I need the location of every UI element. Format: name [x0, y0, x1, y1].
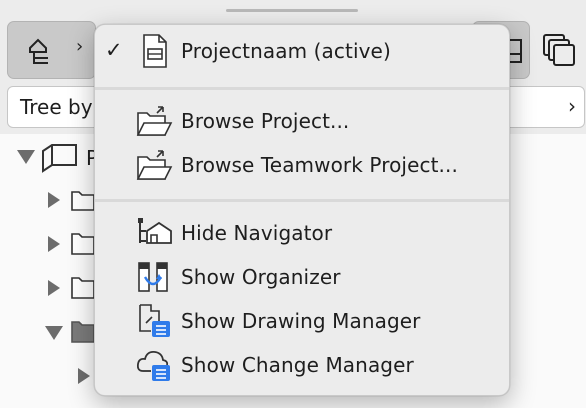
- menu-item-label: Hide Navigator: [181, 221, 333, 245]
- drag-handle[interactable]: [226, 9, 358, 12]
- chevron-right-icon: ›: [76, 36, 84, 57]
- menu-separator: [95, 87, 509, 90]
- folder-icon: [71, 233, 95, 255]
- disclosure-triangle-expanded[interactable]: [45, 326, 63, 340]
- folder-browse-icon: [136, 106, 173, 136]
- menu-item-label: Browse Project...: [181, 109, 350, 133]
- navigator-view-button[interactable]: ›: [7, 21, 96, 79]
- project-root-icon: [42, 144, 77, 173]
- menu-item-show-drawing-manager[interactable]: Show Drawing Manager: [95, 301, 509, 341]
- checkmark-icon: ✓: [105, 38, 123, 62]
- navigator-tree-icon: [29, 38, 48, 64]
- tree-by-label: Tree by: [20, 95, 93, 119]
- folder-icon: [71, 191, 95, 211]
- navigator-tree-icon: [138, 218, 172, 244]
- change-manager-icon: [136, 350, 170, 381]
- folder-icon: [71, 277, 95, 299]
- menu-item-label: Show Change Manager: [181, 353, 414, 377]
- organizer-icon: [138, 262, 168, 292]
- menu-item-browse-teamwork-project[interactable]: Browse Teamwork Project...: [95, 145, 509, 185]
- menu-item-show-organizer[interactable]: Show Organizer: [95, 257, 509, 297]
- menu-separator: [95, 199, 509, 202]
- menu-item-label: Projectnaam (active): [181, 39, 391, 63]
- menu-item-hide-navigator[interactable]: Hide Navigator: [95, 213, 509, 253]
- menu-item-label: Show Drawing Manager: [181, 309, 421, 333]
- folder-browse-teamwork-icon: [136, 150, 173, 180]
- stacked-windows-icon[interactable]: [542, 33, 576, 67]
- menu-item-browse-project[interactable]: Browse Project...: [95, 101, 509, 141]
- disclosure-triangle-collapsed[interactable]: [48, 236, 60, 252]
- disclosure-triangle-expanded[interactable]: [17, 150, 35, 164]
- menu-item-label: Browse Teamwork Project...: [181, 153, 458, 177]
- folder-filled-icon: [71, 321, 95, 343]
- chevron-right-icon: ›: [568, 94, 576, 118]
- navigator-popup-menu: ✓ Projectnaam (active) Browse Project...…: [94, 24, 510, 396]
- menu-item-show-change-manager[interactable]: Show Change Manager: [95, 345, 509, 385]
- disclosure-triangle-collapsed[interactable]: [48, 280, 60, 296]
- disclosure-triangle-collapsed[interactable]: [78, 368, 90, 384]
- drawing-manager-icon: [139, 304, 170, 337]
- project-file-icon: [143, 34, 167, 68]
- disclosure-triangle-collapsed[interactable]: [48, 192, 60, 208]
- menu-item-label: Show Organizer: [181, 265, 341, 289]
- menu-item-projectnaam[interactable]: ✓ Projectnaam (active): [95, 31, 509, 71]
